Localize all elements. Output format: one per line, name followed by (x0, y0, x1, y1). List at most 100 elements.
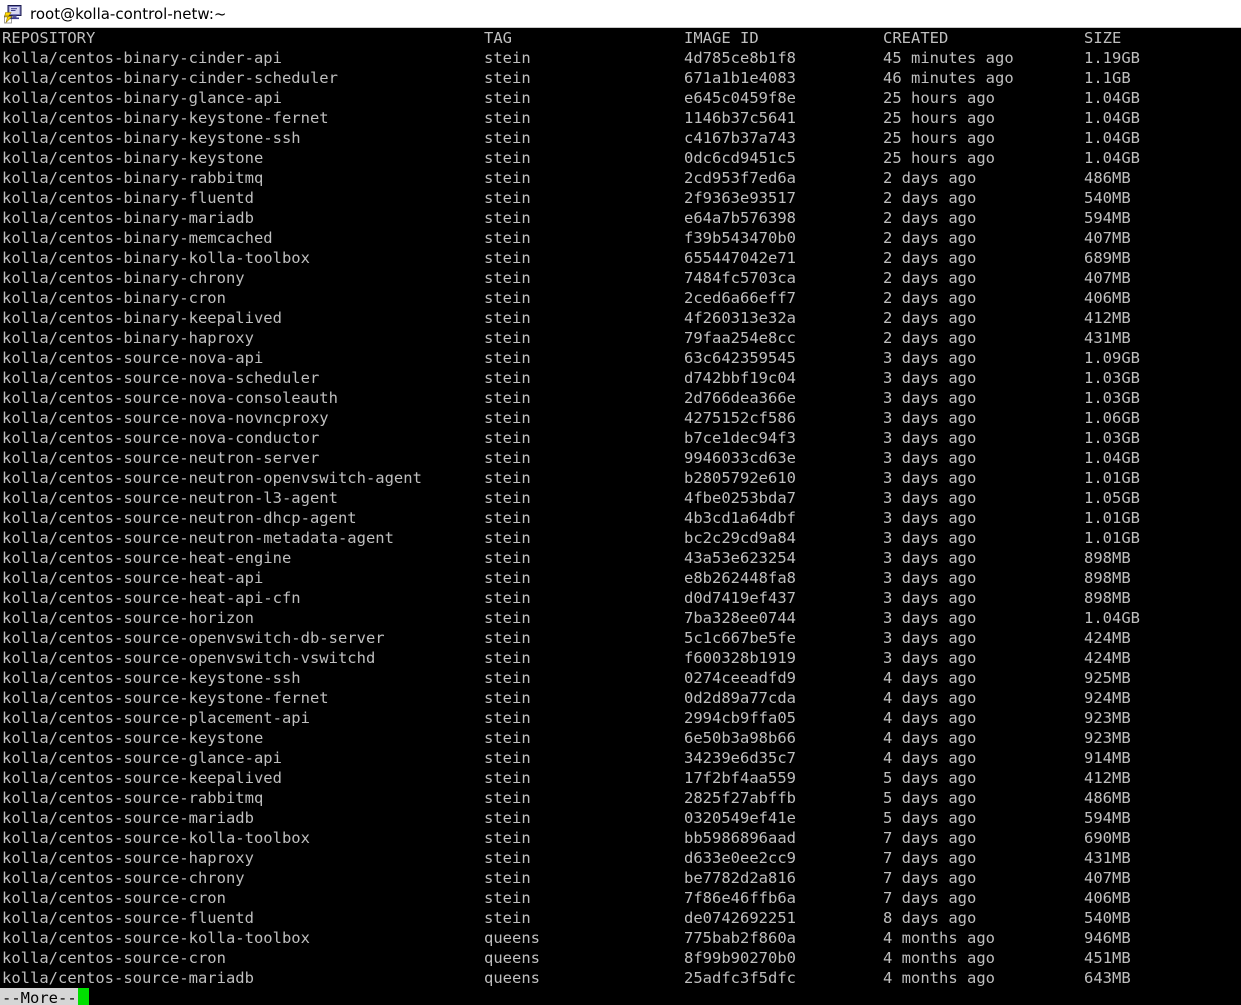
cell-size: 1.06GB (1084, 409, 1140, 427)
cell-repository: kolla/centos-source-fluentd (2, 909, 254, 927)
table-row: kolla/centos-source-neutron-metadata-age… (0, 528, 1241, 548)
cell-size: 486MB (1084, 169, 1131, 187)
cell-created: 4 months ago (883, 949, 995, 967)
cell-repository: kolla/centos-binary-kolla-toolbox (2, 249, 310, 267)
table-row: kolla/centos-source-nova-api stein 63c6423… (0, 348, 1241, 368)
cell-size: 1.05GB (1084, 489, 1140, 507)
cell-created: 3 days ago (883, 349, 977, 367)
table-header-row: REPOSITORY TAG IMAGE ID CREATED SIZE (0, 28, 1241, 48)
cell-created: 7 days ago (883, 869, 977, 887)
cell-created: 8 days ago (883, 909, 977, 927)
table-row: kolla/centos-binary-cron stein 2ced6a66eff… (0, 288, 1241, 308)
cell-image-id: 34239e6d35c7 (684, 749, 796, 767)
window-title-bar: root@kolla-control-netw:~ (0, 0, 1241, 28)
cell-created: 3 days ago (883, 449, 977, 467)
cell-size: 406MB (1084, 889, 1131, 907)
terminal-cursor (77, 988, 89, 1005)
table-row: kolla/centos-source-neutron-l3-agent stei… (0, 488, 1241, 508)
cell-image-id: 2994cb9ffa05 (684, 709, 796, 727)
cell-image-id: be7782d2a816 (684, 869, 796, 887)
cell-image-id: 4fbe0253bda7 (684, 489, 796, 507)
cell-repository: kolla/centos-source-mariadb (2, 969, 254, 987)
table-row: kolla/centos-source-neutron-server stein 9… (0, 448, 1241, 468)
cell-size: 1.04GB (1084, 129, 1140, 147)
cell-repository: kolla/centos-source-nova-api (2, 349, 264, 367)
cell-created: 3 days ago (883, 569, 977, 587)
table-row: kolla/centos-source-neutron-openvswitch-… (0, 468, 1241, 488)
cell-tag: stein (484, 569, 531, 587)
cell-tag: stein (484, 649, 531, 667)
cell-created: 2 days ago (883, 209, 977, 227)
cell-created: 3 days ago (883, 649, 977, 667)
column-header-image-id: IMAGE ID (684, 29, 759, 47)
cell-image-id: 9946033cd63e (684, 449, 796, 467)
cell-repository: kolla/centos-binary-chrony (2, 269, 245, 287)
table-row: kolla/centos-source-keepalived stein 17f2b… (0, 768, 1241, 788)
cell-image-id: f39b543470b0 (684, 229, 796, 247)
cell-size: 1.01GB (1084, 529, 1140, 547)
cell-tag: stein (484, 229, 531, 247)
cell-repository: kolla/centos-source-heat-api-cfn (2, 589, 301, 607)
cell-image-id: 2d766dea366e (684, 389, 796, 407)
table-row: kolla/centos-source-cron stein 7f86e46ffb6… (0, 888, 1241, 908)
cell-image-id: 0dc6cd9451c5 (684, 149, 796, 167)
putty-terminal-icon (4, 4, 22, 24)
cell-tag: stein (484, 749, 531, 767)
table-row: kolla/centos-source-glance-api stein 34239… (0, 748, 1241, 768)
cell-repository: kolla/centos-binary-rabbitmq (2, 169, 264, 187)
cell-size: 540MB (1084, 189, 1131, 207)
cell-created: 3 days ago (883, 429, 977, 447)
cell-image-id: 8f99b90270b0 (684, 949, 796, 967)
cell-repository: kolla/centos-binary-keystone-ssh (2, 129, 301, 147)
cell-repository: kolla/centos-source-heat-api (2, 569, 264, 587)
cell-image-id: 63c642359545 (684, 349, 796, 367)
cell-created: 4 days ago (883, 689, 977, 707)
table-row: kolla/centos-source-mariadb queens 25adfc3… (0, 968, 1241, 988)
cell-created: 3 days ago (883, 409, 977, 427)
table-row: kolla/centos-binary-rabbitmq stein 2cd953f… (0, 168, 1241, 188)
cell-tag: stein (484, 369, 531, 387)
cell-size: 1.03GB (1084, 429, 1140, 447)
more-pager-line[interactable]: --More-- (0, 988, 1241, 1005)
cell-repository: kolla/centos-binary-keystone (2, 149, 264, 167)
cell-repository: kolla/centos-binary-cron (2, 289, 226, 307)
cell-created: 3 days ago (883, 629, 977, 647)
table-row: kolla/centos-source-kolla-toolbox queens 7… (0, 928, 1241, 948)
cell-image-id: de0742692251 (684, 909, 796, 927)
cell-size: 643MB (1084, 969, 1131, 987)
cell-repository: kolla/centos-binary-cinder-scheduler (2, 69, 338, 87)
cell-tag: stein (484, 389, 531, 407)
table-row: kolla/centos-source-horizon stein 7ba328ee… (0, 608, 1241, 628)
cell-image-id: f600328b1919 (684, 649, 796, 667)
cell-image-id: e645c0459f8e (684, 89, 796, 107)
cell-tag: stein (484, 789, 531, 807)
cell-image-id: bc2c29cd9a84 (684, 529, 796, 547)
cell-size: 540MB (1084, 909, 1131, 927)
cell-image-id: 0274ceeadfd9 (684, 669, 796, 687)
cell-created: 3 days ago (883, 589, 977, 607)
cell-repository: kolla/centos-source-neutron-metadata-age… (2, 529, 394, 547)
cell-repository: kolla/centos-binary-glance-api (2, 89, 282, 107)
cell-size: 451MB (1084, 949, 1131, 967)
cell-tag: queens (484, 969, 540, 987)
cell-size: 689MB (1084, 249, 1131, 267)
cell-created: 2 days ago (883, 329, 977, 347)
cell-created: 3 days ago (883, 549, 977, 567)
table-row: kolla/centos-binary-cinder-api stein 4d785… (0, 48, 1241, 68)
cell-image-id: 7ba328ee0744 (684, 609, 796, 627)
cell-repository: kolla/centos-source-nova-conductor (2, 429, 320, 447)
terminal-screen[interactable]: REPOSITORY TAG IMAGE ID CREATED SIZE kol… (0, 28, 1241, 1005)
cell-tag: stein (484, 429, 531, 447)
cell-size: 407MB (1084, 229, 1131, 247)
cell-image-id: e64a7b576398 (684, 209, 796, 227)
cell-created: 25 hours ago (883, 129, 995, 147)
more-prompt-label[interactable]: --More-- (0, 988, 78, 1005)
cell-repository: kolla/centos-source-keystone-ssh (2, 669, 301, 687)
cell-size: 407MB (1084, 269, 1131, 287)
cell-size: 923MB (1084, 709, 1131, 727)
cell-repository: kolla/centos-source-neutron-l3-agent (2, 489, 338, 507)
docker-images-list: kolla/centos-binary-cinder-api stein 4d785… (0, 48, 1241, 988)
cell-repository: kolla/centos-binary-keepalived (2, 309, 282, 327)
cell-created: 5 days ago (883, 769, 977, 787)
cell-created: 3 days ago (883, 369, 977, 387)
